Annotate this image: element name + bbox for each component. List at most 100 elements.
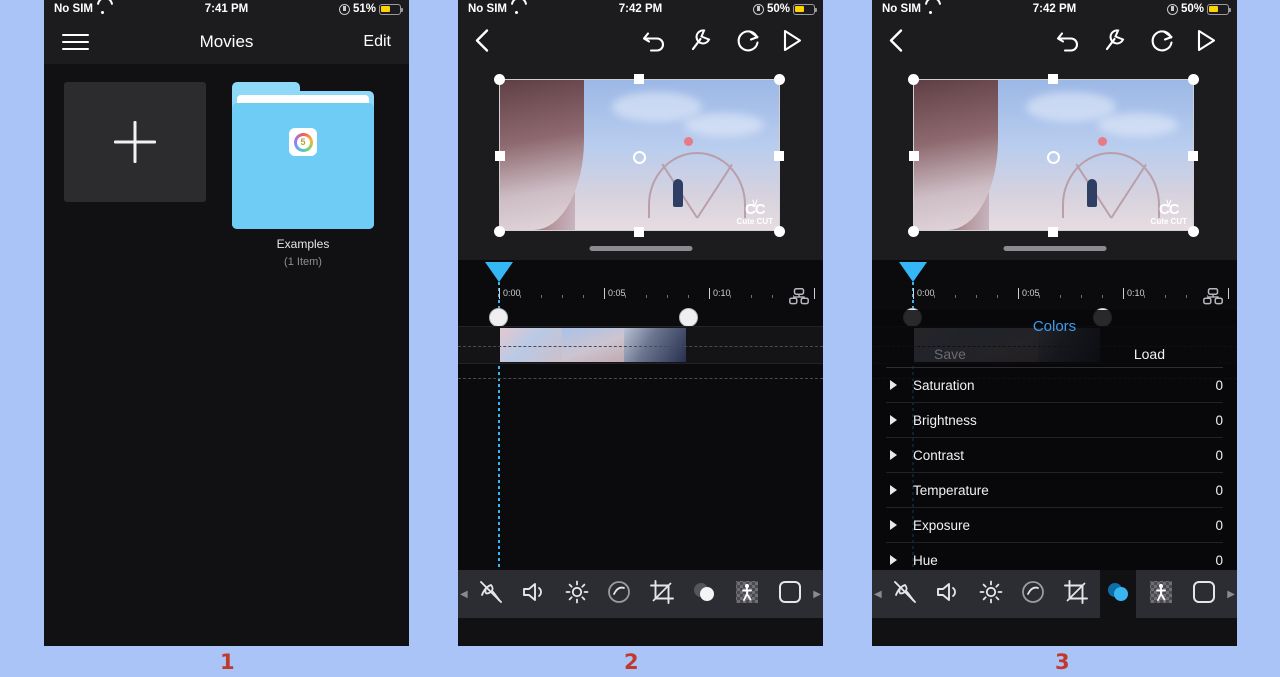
resize-handle-right[interactable] xyxy=(1188,151,1198,161)
resize-handle-top-right[interactable] xyxy=(774,74,785,85)
tool-frame[interactable] xyxy=(1186,570,1222,618)
expand-arrow-icon[interactable] xyxy=(890,415,897,425)
redo-icon[interactable] xyxy=(735,27,761,58)
param-row-temperature[interactable]: Temperature 0 xyxy=(886,473,1223,508)
tool-colors[interactable] xyxy=(686,570,722,618)
playhead-icon[interactable] xyxy=(485,262,513,282)
play-icon[interactable] xyxy=(781,28,803,58)
resize-handle-bottom-left[interactable] xyxy=(908,226,919,237)
back-chevron-icon[interactable] xyxy=(474,27,490,58)
param-row-contrast[interactable]: Contrast 0 xyxy=(886,438,1223,473)
add-movie-button[interactable] xyxy=(64,82,206,202)
watermark: ∨ CC Cute CUT xyxy=(737,198,773,227)
resize-handle-top-right[interactable] xyxy=(1188,74,1199,85)
expand-arrow-icon[interactable] xyxy=(890,450,897,460)
edit-button[interactable]: Edit xyxy=(363,33,391,51)
tool-frame[interactable] xyxy=(772,570,808,618)
resize-handle-bottom[interactable] xyxy=(634,227,644,237)
tool-crop[interactable] xyxy=(644,570,680,618)
tool-speed[interactable] xyxy=(1015,570,1051,618)
crop-icon xyxy=(649,579,675,610)
ruler-label: 0:10 xyxy=(713,288,731,298)
tool-crop[interactable] xyxy=(1058,570,1094,618)
watermark-label: Cute CUT xyxy=(1150,217,1187,226)
param-row-exposure[interactable]: Exposure 0 xyxy=(886,508,1223,543)
resize-handle-bottom[interactable] xyxy=(1048,227,1058,237)
battery-percent-label: 50% xyxy=(766,3,790,15)
tool-chroma-key[interactable] xyxy=(1143,570,1179,618)
trim-handle-left[interactable] xyxy=(489,308,508,327)
ruler-tick-minor xyxy=(667,295,669,298)
video-pillar xyxy=(914,80,998,230)
tool-chroma-key[interactable] xyxy=(729,570,765,618)
ruler-tick-minor xyxy=(625,295,627,298)
preview-scrub-bar[interactable] xyxy=(1003,246,1106,251)
resize-handle-bottom-right[interactable] xyxy=(774,226,785,237)
tool-speed[interactable] xyxy=(601,570,637,618)
resize-handle-bottom-right[interactable] xyxy=(1188,226,1199,237)
ruler-tick-minor xyxy=(688,295,690,298)
ruler-tick xyxy=(1018,288,1020,299)
trim-handle-right[interactable] xyxy=(679,308,698,327)
timeline-ruler[interactable]: 0:00 0:05 0:10 xyxy=(458,284,823,306)
toolbar-scroll-left-icon[interactable]: ◀ xyxy=(460,589,468,600)
ruler-tick-minor xyxy=(1039,295,1041,298)
timeline-ruler[interactable]: 0:00 0:05 0:10 xyxy=(872,284,1237,306)
toolbar-scroll-right-icon[interactable]: ▶ xyxy=(813,589,821,600)
resize-handle-top-left[interactable] xyxy=(908,74,919,85)
ruler-label: 0:05 xyxy=(1022,288,1040,298)
undo-icon[interactable] xyxy=(642,28,668,57)
expand-arrow-icon[interactable] xyxy=(890,555,897,565)
colors-circles-icon xyxy=(690,581,718,608)
tool-pen-slash[interactable] xyxy=(887,570,923,618)
tool-colors[interactable] xyxy=(1100,570,1137,618)
resize-handle-top-left[interactable] xyxy=(494,74,505,85)
param-row-saturation[interactable]: Saturation 0 xyxy=(886,368,1223,403)
transition-split-icon[interactable] xyxy=(1203,288,1223,305)
chroma-key-icon xyxy=(1148,579,1174,610)
toolbar-scroll-right-icon[interactable]: ▶ xyxy=(1227,589,1235,600)
wrench-icon[interactable] xyxy=(688,27,714,58)
param-value: 0 xyxy=(1215,447,1223,463)
ruler-label: 0:10 xyxy=(1127,288,1145,298)
clip-thumbnails[interactable] xyxy=(500,328,686,362)
load-preset-button[interactable]: Load xyxy=(1134,346,1165,362)
tool-volume[interactable] xyxy=(516,570,552,618)
tool-volume[interactable] xyxy=(930,570,966,618)
ruler-tick-minor xyxy=(646,295,648,298)
rotation-center-icon[interactable] xyxy=(1047,151,1060,164)
resize-handle-top[interactable] xyxy=(634,74,644,84)
save-preset-button[interactable]: Save xyxy=(934,346,966,362)
tool-pen-slash[interactable] xyxy=(473,570,509,618)
folder-examples[interactable]: 5 xyxy=(232,82,374,229)
watermark-mark: CC xyxy=(1158,201,1180,218)
expand-arrow-icon[interactable] xyxy=(890,380,897,390)
resize-handle-left[interactable] xyxy=(909,151,919,161)
resize-handle-top[interactable] xyxy=(1048,74,1058,84)
expand-arrow-icon[interactable] xyxy=(890,485,897,495)
ruler-tick-minor xyxy=(562,295,564,298)
back-chevron-icon[interactable] xyxy=(888,27,904,58)
param-label: Contrast xyxy=(913,447,965,463)
redo-icon[interactable] xyxy=(1149,27,1175,58)
video-pillar xyxy=(500,80,584,230)
tool-brightness[interactable] xyxy=(559,570,595,618)
rotation-center-icon[interactable] xyxy=(633,151,646,164)
undo-icon[interactable] xyxy=(1056,28,1082,57)
hamburger-menu-icon[interactable] xyxy=(62,29,89,55)
play-icon[interactable] xyxy=(1195,28,1217,58)
transition-split-icon[interactable] xyxy=(789,288,809,305)
toolbar-scroll-left-icon[interactable]: ◀ xyxy=(874,589,882,600)
resize-handle-bottom-left[interactable] xyxy=(494,226,505,237)
preview-scrub-bar[interactable] xyxy=(589,246,692,251)
tool-brightness[interactable] xyxy=(973,570,1009,618)
add-movie-cell xyxy=(64,82,206,268)
wrench-icon[interactable] xyxy=(1102,27,1128,58)
resize-handle-left[interactable] xyxy=(495,151,505,161)
expand-arrow-icon[interactable] xyxy=(890,520,897,530)
playhead-icon[interactable] xyxy=(899,262,927,282)
resize-handle-right[interactable] xyxy=(774,151,784,161)
param-row-brightness[interactable]: Brightness 0 xyxy=(886,403,1223,438)
ruler-tick xyxy=(709,288,711,299)
editor-navigation-bar xyxy=(872,20,1237,65)
